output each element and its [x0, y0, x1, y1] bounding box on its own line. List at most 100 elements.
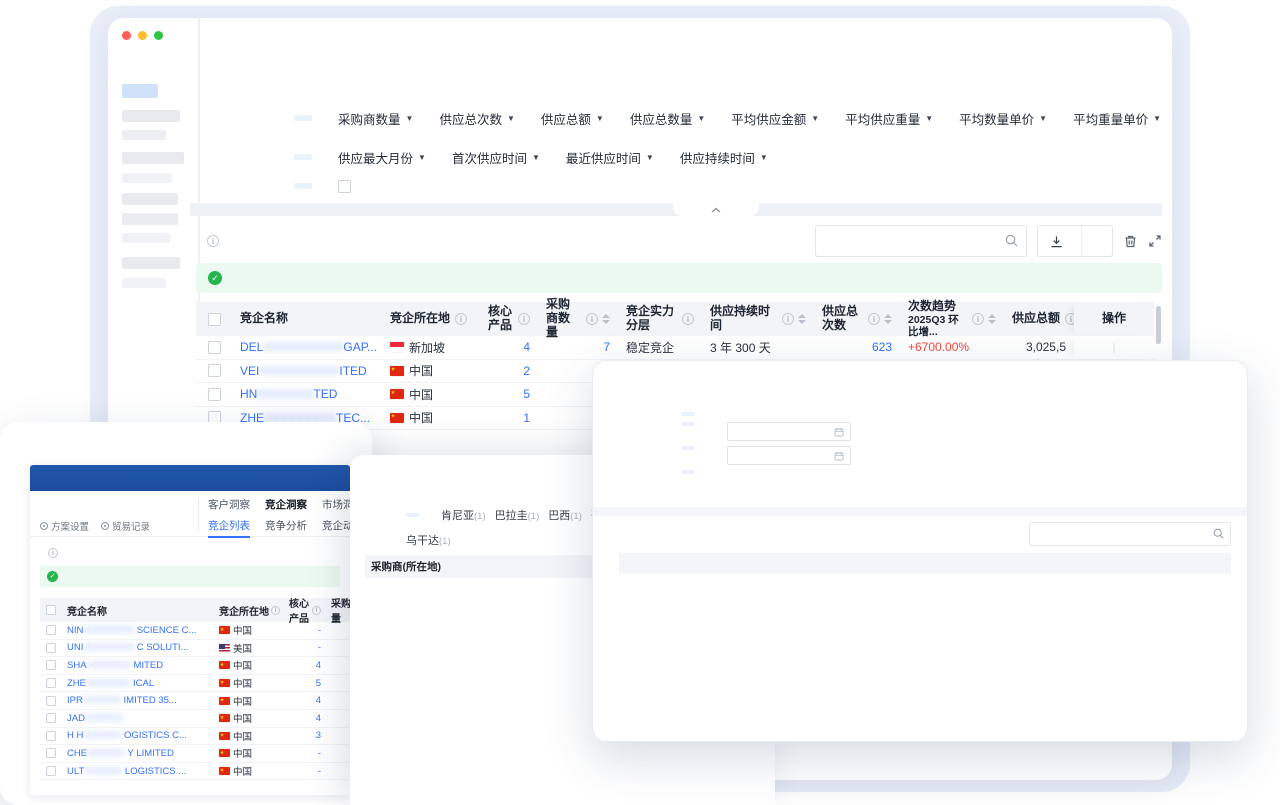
row-checkbox[interactable]	[46, 678, 56, 688]
select-all-checkbox[interactable]	[208, 313, 221, 326]
destination-option[interactable]: 乌干达(1)	[406, 532, 451, 548]
filter-dropdown[interactable]: 平均供应金额▼	[731, 109, 819, 128]
sort-icon[interactable]	[884, 314, 892, 324]
filter-dropdown[interactable]: 首次供应时间▼	[452, 148, 540, 167]
competitor-name-link[interactable]: ULTXXXXXX LOGISTICS ...	[67, 766, 186, 777]
date-range-input[interactable]	[727, 446, 851, 465]
checkbox-icon[interactable]	[338, 180, 351, 193]
sidebar-item[interactable]	[122, 173, 172, 183]
sidebar-item[interactable]	[122, 152, 184, 164]
row-checkbox[interactable]	[208, 388, 221, 401]
table-row[interactable]: CHEXXXXXX Y LIMITED 中国 -	[40, 745, 350, 763]
filter-chip-all[interactable]	[681, 446, 695, 450]
filter-dropdown[interactable]: 平均重量单价▼	[1073, 109, 1161, 128]
sidebar-item[interactable]	[122, 110, 180, 122]
row-checkbox[interactable]	[46, 713, 56, 723]
tab[interactable]: 客户洞察	[208, 497, 250, 512]
core-products-count[interactable]: -	[318, 625, 321, 636]
competitor-name-link[interactable]: VEIXXXXXXXXXXITED	[240, 364, 367, 378]
competitor-name-link[interactable]: DELXXXXXXXXXXGAP...	[240, 340, 377, 354]
filter-dropdown[interactable]: 平均供应重量▼	[845, 109, 933, 128]
filter-dropdown[interactable]: 供应总额▼	[541, 109, 604, 128]
table-row[interactable]: JADXXXXXX 中国 4	[40, 710, 350, 728]
sort-icon[interactable]	[602, 314, 610, 324]
core-products-count[interactable]: 4	[316, 660, 321, 671]
sidebar-item[interactable]	[122, 233, 170, 243]
competitor-search-input[interactable]	[815, 225, 1027, 257]
competitor-name-link[interactable]: ZHEXXXXXXX ICAL	[67, 678, 154, 689]
row-checkbox[interactable]	[46, 643, 56, 653]
competitor-name-link[interactable]: H HXXXXXX OGISTICS C...	[67, 730, 187, 741]
sidebar-item[interactable]	[122, 278, 166, 288]
menu-item[interactable]: 方案设置	[40, 519, 89, 533]
menu-item[interactable]: 贸易记录	[101, 519, 150, 533]
filter-chip-all[interactable]	[406, 513, 420, 517]
subtab[interactable]: 竞企动态	[322, 518, 350, 538]
table-row[interactable]: SHAXXXXXXX MITED 中国 4	[40, 657, 350, 675]
filter-chip-all[interactable]	[294, 154, 312, 160]
filter-dropdown[interactable]: 采购商数量▼	[338, 109, 413, 128]
row-checkbox[interactable]	[46, 748, 56, 758]
row-checkbox[interactable]	[208, 364, 221, 377]
core-products-count[interactable]: 5	[523, 387, 530, 401]
tab[interactable]: 竞企洞察	[265, 497, 307, 512]
core-products-count[interactable]: 2	[523, 364, 530, 378]
row-checkbox[interactable]	[208, 341, 221, 354]
fullscreen-icon[interactable]	[1148, 234, 1162, 248]
table-row[interactable]: UNIXXXXXXXX C SOLUTI... 美国 -	[40, 640, 350, 658]
filter-dropdown[interactable]: 供应最大月份▼	[338, 148, 426, 167]
sort-icon[interactable]	[988, 314, 996, 324]
competitor-name-link[interactable]: JADXXXXXX	[67, 713, 123, 724]
download-button[interactable]	[1038, 226, 1082, 256]
filter-dropdown[interactable]: 供应持续时间▼	[680, 148, 768, 167]
delete-icon[interactable]	[1123, 234, 1138, 249]
destination-option[interactable]: 巴西(1)	[548, 507, 582, 523]
buyers-count[interactable]: 7	[603, 340, 610, 354]
core-products-count[interactable]: 5	[316, 678, 321, 689]
filter-chip-all[interactable]	[294, 115, 312, 121]
select-all-checkbox[interactable]	[46, 605, 56, 615]
core-products-count[interactable]: -	[318, 748, 321, 759]
filter-dropdown[interactable]: 平均数量单价▼	[959, 109, 1047, 128]
row-checkbox[interactable]	[46, 731, 56, 741]
table-row[interactable]: IPRXXXXXX IMITED 35... 中国 4	[40, 692, 350, 710]
supply-times-link[interactable]: 623	[872, 340, 892, 354]
sort-icon[interactable]	[798, 314, 806, 324]
competitor-name-link[interactable]: IPRXXXXXX IMITED 35...	[67, 695, 177, 706]
row-checkbox[interactable]	[46, 766, 56, 776]
competitor-name-link[interactable]: HNXXXXXXXTED	[240, 387, 337, 401]
subtab[interactable]: 竞企列表	[208, 518, 250, 538]
core-products-count[interactable]: 4	[316, 713, 321, 724]
subtab[interactable]: 竞争分析	[265, 518, 307, 538]
competitor-name-link[interactable]: SHAXXXXXXX MITED	[67, 660, 163, 671]
competitor-name-link[interactable]: UNIXXXXXXXX C SOLUTI...	[67, 642, 188, 653]
row-checkbox[interactable]	[46, 696, 56, 706]
table-row[interactable]: NINXXXXXXXX SCIENCE C... 中国 -	[40, 622, 350, 640]
filter-dropdown[interactable]: 供应总数量▼	[630, 109, 705, 128]
sidebar-item[interactable]	[122, 130, 166, 140]
sidebar-item[interactable]	[122, 213, 178, 225]
table-row[interactable]: ULTXXXXXX LOGISTICS ... 中国 -	[40, 763, 350, 781]
table-scrollbar[interactable]	[1156, 306, 1161, 344]
core-products-count[interactable]: 4	[523, 340, 530, 354]
search-icon[interactable]	[1213, 528, 1224, 542]
destination-option[interactable]: 肯尼亚(1)	[441, 507, 486, 523]
search-icon[interactable]	[1005, 234, 1018, 252]
core-products-count[interactable]: 4	[316, 695, 321, 706]
filter-chip-all[interactable]	[681, 412, 695, 416]
row-checkbox[interactable]	[46, 660, 56, 670]
filter-chip-all[interactable]	[681, 422, 695, 426]
sidebar-item[interactable]	[122, 257, 180, 269]
destination-option[interactable]: 巴拉圭(1)	[495, 507, 540, 523]
filter-dropdown[interactable]: 最近供应时间▼	[566, 148, 654, 167]
core-products-count[interactable]: 1	[523, 411, 530, 425]
date-range-input[interactable]	[727, 422, 851, 441]
row-checkbox[interactable]	[46, 625, 56, 635]
competitor-name-link[interactable]: NINXXXXXXXX SCIENCE C...	[67, 625, 196, 636]
sidebar-item-active[interactable]	[122, 84, 158, 98]
core-products-count[interactable]: -	[318, 642, 321, 653]
table-row[interactable]: DELXXXXXXXXXXGAP... 新加坡 4 7 稳定竞企 3 年 300…	[196, 336, 1154, 360]
core-products-count[interactable]: -	[318, 766, 321, 777]
filter-logistics-checkbox[interactable]	[338, 180, 357, 193]
filter-dropdown[interactable]: 供应总次数▼	[439, 109, 514, 128]
